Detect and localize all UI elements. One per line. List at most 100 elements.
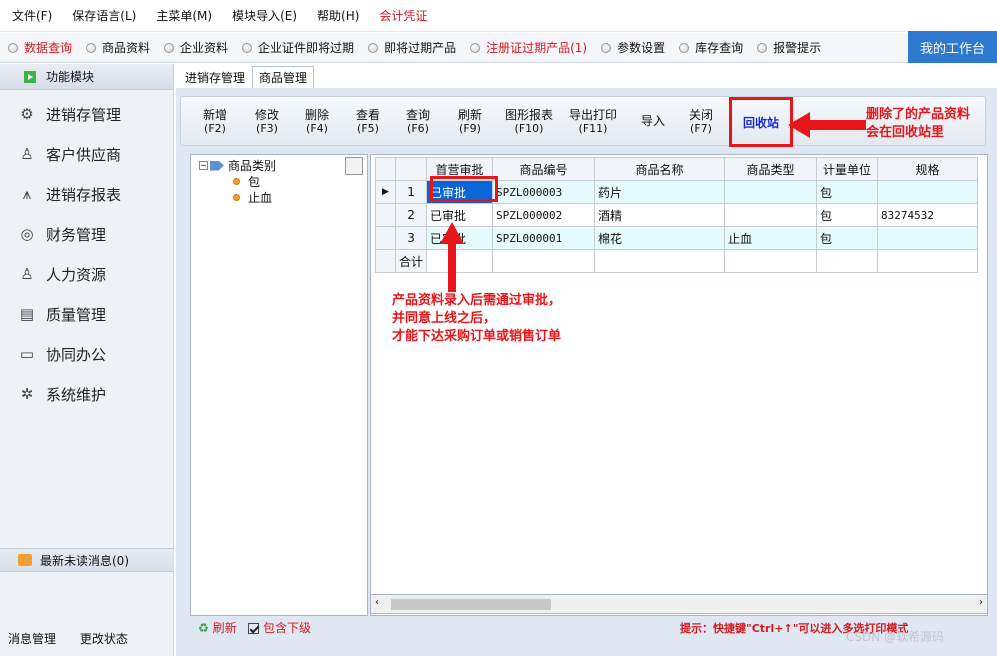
view-button[interactable]: 查看 (F5) [356,109,380,136]
button-label: 删除 [305,108,330,122]
message-management-link[interactable]: 消息管理 [8,632,56,646]
unit-cell[interactable]: 包 [816,226,879,250]
product-type-cell[interactable] [724,180,818,204]
tree-node-hemostasis[interactable]: 止血 [233,189,272,206]
tab-strip: 进销存管理 商品管理 [178,66,315,88]
product-code-cell[interactable]: SPZL000002 [492,203,596,227]
column-header[interactable]: 计量单位 [816,157,879,181]
scroll-thumb[interactable] [391,599,551,610]
quick-label: 企业资料 [180,41,229,55]
gear-badge-icon: ⚙ [20,105,34,123]
row-pointer-icon: ▶ [375,180,396,204]
delete-button[interactable]: 删除 (F4) [305,108,330,136]
quick-alarm[interactable]: 报警提示 [757,39,821,56]
column-header [375,157,396,181]
quick-registration-expired[interactable]: 注册证过期产品(1) [470,39,587,56]
collapse-icon[interactable]: − [199,161,208,170]
table-row[interactable]: 2 已审批 SPZL000002 酒精 包 83274532 [375,203,979,227]
scroll-right-icon[interactable]: › [979,597,983,608]
my-workbench-button[interactable]: 我的工作台 [908,31,997,63]
product-name-cell[interactable]: 药片 [594,180,726,204]
speaker-icon [18,554,32,566]
row-pointer-cell [375,249,396,273]
quick-product-info[interactable]: 商品资料 [86,39,150,56]
column-header[interactable]: 商品编号 [492,157,596,181]
scroll-left-icon[interactable]: ‹ [375,597,379,608]
refresh-icon: ♻ [198,621,209,635]
sidebar-item-reports[interactable]: ⩚ 进销存报表 [0,174,173,214]
sidebar-item-maintenance[interactable]: ✲ 系统维护 [0,374,173,414]
edit-button[interactable]: 修改 (F3) [255,108,280,136]
tree-root[interactable]: − 商品类别 [199,157,276,174]
sidebar-item-quality[interactable]: ▤ 质量管理 [0,294,173,334]
sidebar-bottom: 消息管理 更改状态 [8,630,148,647]
menu-help[interactable]: 帮助(H) [317,7,359,24]
quick-label: 企业证件即将过期 [258,41,355,55]
column-header[interactable]: 商品类型 [724,157,818,181]
change-status-link[interactable]: 更改状态 [80,632,128,646]
import-button[interactable]: 导入 [641,115,665,128]
sidebar-item-label: 客户供应商 [46,145,122,164]
product-type-cell[interactable]: 止血 [724,226,818,250]
spec-cell[interactable] [877,180,979,204]
menu-bar: 文件(F) 保存语言(L) 主菜单(M) 模块导入(E) 帮助(H) 会计凭证 [0,0,997,32]
radio-icon [86,42,97,53]
close-button[interactable]: 关闭 (F7) [689,108,714,136]
graph-report-button[interactable]: 图形报表 (F10) [505,109,553,136]
total-cell [816,249,879,273]
unit-cell[interactable]: 包 [816,180,879,204]
sidebar-item-hr[interactable]: ♙ 人力资源 [0,254,173,294]
menu-save-language[interactable]: 保存语言(L) [72,7,136,24]
quick-license-expiring[interactable]: 企业证件即将过期 [242,39,354,56]
add-button[interactable]: 新增 (F2) [203,109,227,136]
unread-messages[interactable]: 最新未读消息(0) [0,548,174,572]
menu-main[interactable]: 主菜单(M) [156,7,212,24]
column-header[interactable]: 规格 [877,157,979,181]
product-name-cell[interactable]: 棉花 [594,226,726,250]
unit-cell[interactable]: 包 [816,203,879,227]
refresh-button[interactable]: 刷新 (F9) [458,109,482,136]
quick-company-info[interactable]: 企业资料 [164,39,228,56]
menu-accounting-voucher[interactable]: 会计凭证 [379,7,427,24]
button-label: 导入 [641,114,666,128]
spec-cell[interactable] [877,226,979,250]
table-row[interactable]: 3 已审批 SPZL000001 棉花 止血 包 [375,226,979,250]
tab-product-management[interactable]: 商品管理 [252,66,315,88]
quick-data-query[interactable]: 数据查询 [8,39,72,56]
quick-products-expiring[interactable]: 即将过期产品 [368,39,456,56]
recycle-bin-button[interactable]: 回收站 [729,97,793,147]
shortcut-label: (F6) [407,122,429,135]
leaf-node-icon [233,178,240,185]
button-label: 修改 [255,108,280,122]
tree-node-bag[interactable]: 包 [233,173,260,190]
total-cell [594,249,726,273]
sidebar-item-inventory[interactable]: ⚙ 进销存管理 [0,94,173,134]
query-button[interactable]: 查询 (F6) [406,109,430,136]
quick-params[interactable]: 参数设置 [601,39,665,56]
sidebar-item-office[interactable]: ▭ 协同办公 [0,334,173,374]
refresh-link[interactable]: ♻ 刷新 [198,619,237,636]
export-print-button[interactable]: 导出打印 (F11) [569,109,617,136]
include-subcategory-checkbox[interactable]: 包含下级 [248,619,311,636]
tab-inventory[interactable]: 进销存管理 [178,66,252,88]
menu-file[interactable]: 文件(F) [12,7,52,24]
expand-tree-icon[interactable] [345,157,363,175]
menu-module-import[interactable]: 模块导入(E) [232,7,297,24]
product-code-cell[interactable]: SPZL000001 [492,226,596,250]
button-label: 关闭 [689,108,714,122]
product-code-cell[interactable]: SPZL000003 [492,180,596,204]
quick-inventory-query[interactable]: 库存查询 [679,39,743,56]
finance-icon: ◎ [20,225,34,243]
total-label: 合计 [394,249,428,273]
radio-icon [8,42,18,53]
product-type-cell[interactable] [724,203,818,227]
product-name-cell[interactable]: 酒精 [594,203,726,227]
settings-icon: ✲ [20,385,34,403]
column-header[interactable]: 商品名称 [594,157,726,181]
sidebar-item-customers[interactable]: ♙ 客户供应商 [0,134,173,174]
sidebar-item-label: 进销存报表 [46,185,122,204]
horizontal-scrollbar[interactable]: ‹ › [370,594,988,614]
annotation-line: 才能下达采购订单或销售订单 [392,329,562,344]
sidebar-item-finance[interactable]: ◎ 财务管理 [0,214,173,254]
spec-cell[interactable]: 83274532 [877,203,979,227]
